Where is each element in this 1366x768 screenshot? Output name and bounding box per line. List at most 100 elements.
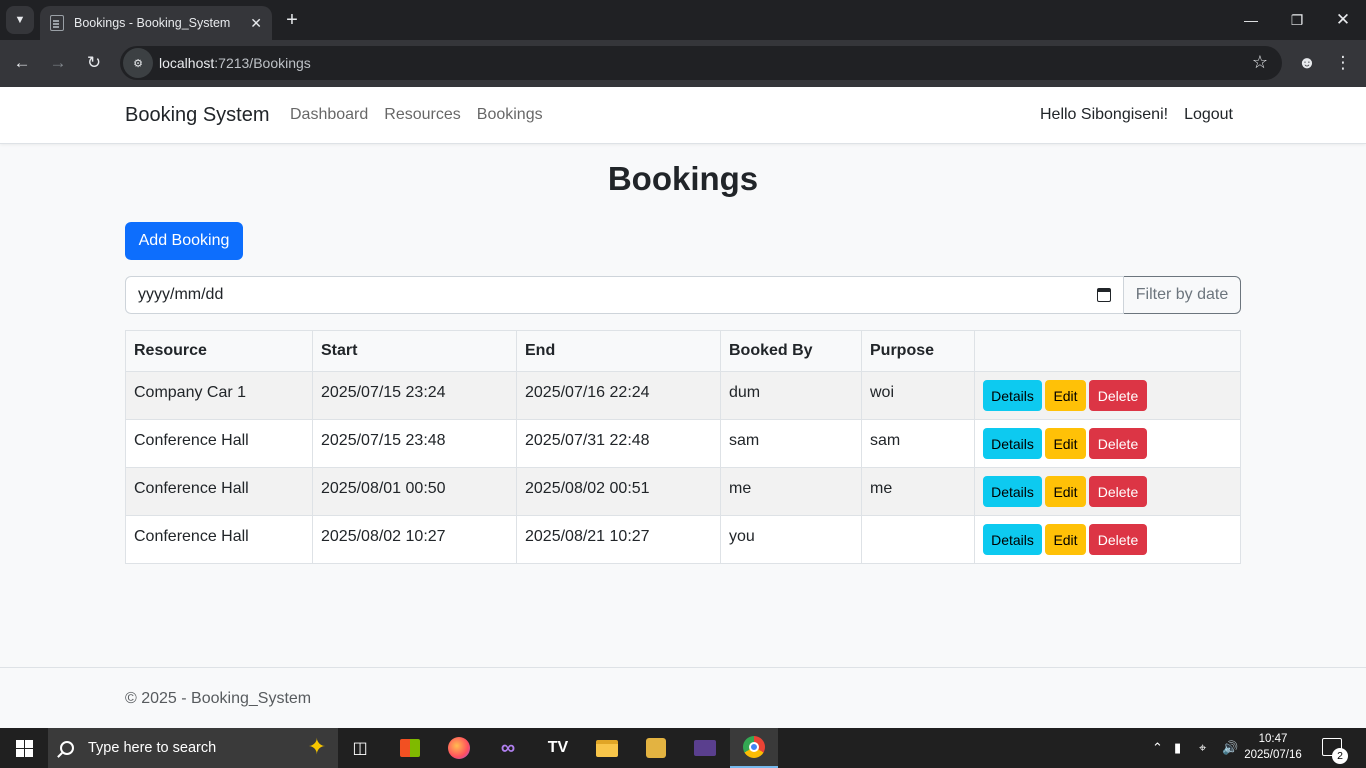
edit-button[interactable]: Edit (1045, 428, 1086, 459)
file-explorer-icon[interactable] (583, 728, 631, 768)
end-cell: 2025/08/21 10:27 (516, 515, 721, 564)
delete-button[interactable]: Delete (1089, 428, 1147, 459)
user-greeting-link[interactable]: Hello Sibongiseni! (1040, 106, 1168, 124)
date-filter-input[interactable]: yyyy/mm/dd (125, 276, 1124, 314)
page-favicon-icon (50, 15, 64, 31)
address-bar[interactable]: ⚙ localhost:7213/Bookings ☆ (120, 46, 1282, 80)
details-button[interactable]: Details (983, 428, 1042, 459)
end-cell: 2025/08/02 00:51 (516, 467, 721, 516)
table-row: Conference Hall 2025/08/02 10:27 2025/08… (125, 515, 1241, 564)
end-cell: 2025/07/31 22:48 (516, 419, 721, 468)
taskbar-search-box[interactable]: Type here to search ✦ (48, 728, 338, 768)
windows-start-icon[interactable] (16, 740, 33, 757)
windows-taskbar: Type here to search ✦ ◫ ∞ TV ⌃ ▮ ⌖ 🔊 10:… (0, 728, 1366, 768)
add-booking-button[interactable]: Add Booking (125, 222, 243, 260)
details-button[interactable]: Details (983, 380, 1042, 411)
site-navbar: Booking System Dashboard Resources Booki… (0, 87, 1366, 144)
purpose-cell: me (861, 467, 975, 516)
column-header: Resource (125, 330, 313, 372)
purpose-cell: woi (861, 371, 975, 420)
resource-cell: Conference Hall (125, 515, 313, 564)
search-highlight-sparkle-icon: ✦ (307, 734, 326, 759)
nav-user-area: Hello Sibongiseni! Logout (1040, 106, 1233, 124)
table-header-row: Resource Start End Booked By Purpose (125, 330, 1241, 372)
table-row: Conference Hall 2025/07/15 23:48 2025/07… (125, 419, 1241, 468)
restore-icon[interactable]: ❐ (1274, 8, 1320, 32)
new-tab-plus-icon[interactable]: + (282, 8, 302, 32)
nav-bookings-link[interactable]: Bookings (477, 106, 543, 124)
purpose-cell: sam (861, 419, 975, 468)
profile-icon[interactable]: ☻ (1294, 50, 1320, 76)
filter-by-date-button[interactable]: Filter by date (1123, 276, 1241, 314)
edit-button[interactable]: Edit (1045, 524, 1086, 555)
nav-links: Dashboard Resources Bookings (290, 106, 543, 124)
start-cell: 2025/07/15 23:48 (312, 419, 517, 468)
browser-tab[interactable]: Bookings - Booking_System ✕ (40, 6, 272, 40)
window-close-icon[interactable]: ✕ (1320, 8, 1366, 32)
nav-resources-link[interactable]: Resources (384, 106, 460, 124)
taskbar-clock[interactable]: 10:47 2025/07/16 (1240, 731, 1306, 763)
column-header: Purpose (861, 330, 975, 372)
visual-studio-icon[interactable]: ∞ (484, 728, 532, 768)
chrome-menu-icon[interactable]: ⋮ (1330, 50, 1356, 76)
url-text[interactable]: localhost:7213/Bookings (159, 55, 311, 71)
table-row: Company Car 1 2025/07/15 23:24 2025/07/1… (125, 371, 1241, 420)
nav-dashboard-link[interactable]: Dashboard (290, 106, 368, 124)
tradingview-icon[interactable]: TV (534, 728, 582, 768)
terminal-icon[interactable] (681, 728, 729, 768)
volume-icon[interactable]: 🔊 (1222, 728, 1238, 768)
delete-button[interactable]: Delete (1089, 524, 1147, 555)
column-header: End (516, 330, 721, 372)
wifi-icon[interactable]: ⌖ (1199, 728, 1206, 768)
resource-cell: Conference Hall (125, 467, 313, 516)
date-input-placeholder: yyyy/mm/dd (138, 286, 224, 303)
end-cell: 2025/07/16 22:24 (516, 371, 721, 420)
actions-cell: Details Edit Delete (974, 371, 1241, 420)
edit-button[interactable]: Edit (1045, 380, 1086, 411)
bookings-table: Resource Start End Booked By Purpose Com… (125, 330, 1241, 564)
column-header: Booked By (720, 330, 862, 372)
microsoft-store-icon[interactable] (386, 728, 434, 768)
notification-count-badge: 2 (1332, 748, 1348, 764)
task-view-icon[interactable]: ◫ (336, 728, 384, 768)
firefox-icon[interactable] (435, 728, 483, 768)
delete-button[interactable]: Delete (1089, 476, 1147, 507)
calendar-icon[interactable] (1097, 288, 1111, 302)
reload-icon[interactable]: ↻ (80, 50, 108, 76)
delete-button[interactable]: Delete (1089, 380, 1147, 411)
tab-close-icon[interactable]: ✕ (250, 15, 262, 32)
brand-link[interactable]: Booking System (125, 104, 270, 127)
browser-titlebar: ▼ Bookings - Booking_System ✕ + — ❐ ✕ (0, 0, 1366, 40)
booked-by-cell: you (720, 515, 862, 564)
page-title: Bookings (607, 160, 759, 197)
column-header: Start (312, 330, 517, 372)
booked-by-cell: me (720, 467, 862, 516)
start-cell: 2025/08/02 10:27 (312, 515, 517, 564)
dev-tools-app-icon[interactable] (632, 728, 680, 768)
details-button[interactable]: Details (983, 476, 1042, 507)
resource-cell: Company Car 1 (125, 371, 313, 420)
site-footer: © 2025 - Booking_System (0, 667, 1366, 728)
bookmark-star-icon[interactable]: ☆ (1252, 52, 1268, 73)
edit-button[interactable]: Edit (1045, 476, 1086, 507)
logout-link[interactable]: Logout (1184, 106, 1233, 124)
site-info-icon[interactable]: ⚙ (123, 48, 153, 78)
footer-copyright: © 2025 - Booking_System (125, 690, 312, 707)
taskbar-search-placeholder: Type here to search (88, 740, 217, 756)
minimize-icon[interactable]: — (1228, 8, 1274, 32)
clock-date: 2025/07/16 (1244, 749, 1302, 761)
date-filter-form: yyyy/mm/dd Filter by date (125, 276, 1241, 314)
chrome-icon[interactable] (730, 728, 778, 768)
battery-icon[interactable]: ▮ (1174, 728, 1181, 768)
back-arrow-icon[interactable]: ← (8, 50, 36, 76)
tab-search-chevron-icon[interactable]: ▼ (6, 6, 34, 34)
booked-by-cell: dum (720, 371, 862, 420)
actions-cell: Details Edit Delete (974, 419, 1241, 468)
search-icon (60, 741, 74, 755)
table-row: Conference Hall 2025/08/01 00:50 2025/08… (125, 467, 1241, 516)
browser-toolbar: ← → ↻ ⚙ localhost:7213/Bookings ☆ ☻ ⋮ (0, 40, 1366, 87)
details-button[interactable]: Details (983, 524, 1042, 555)
forward-arrow-icon[interactable]: → (44, 50, 72, 76)
show-hidden-icons-chevron-icon[interactable]: ⌃ (1152, 728, 1163, 768)
start-cell: 2025/07/15 23:24 (312, 371, 517, 420)
